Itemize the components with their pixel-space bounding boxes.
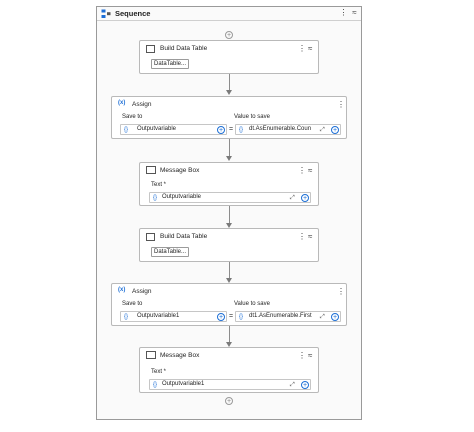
expression-icon: {} [239, 314, 244, 320]
expression-icon: {} [239, 127, 244, 133]
add-variable-icon[interactable]: + [331, 313, 339, 321]
connector-arrow [226, 90, 232, 95]
text-field[interactable]: {} Outputvariable1 ⤢ + [149, 379, 311, 390]
connector-line [229, 326, 230, 343]
expand-editor-icon[interactable]: ⤢ [290, 381, 295, 389]
text-value: Outputvariable [162, 194, 202, 200]
save-to-label: Save to [122, 301, 143, 307]
data-table-icon [146, 45, 155, 53]
activity-title: Build Data Table [160, 233, 208, 240]
activity-title: Assign [132, 101, 152, 108]
value-expression: dt.AsEnumerable.Coun [249, 126, 312, 132]
value-to-save-field[interactable]: {} dt.AsEnumerable.Coun ⤢ + [235, 124, 341, 135]
save-to-label: Save to [122, 114, 143, 120]
expression-icon: {} [153, 195, 158, 201]
value-to-save-label: Value to save [234, 114, 270, 120]
assign-activity-2[interactable]: (x) Assign ⋮ Save to Value to save {} Ou… [111, 283, 347, 326]
activity-menu-button[interactable]: ⋮ [298, 44, 306, 53]
activity-title: Message Box [160, 167, 200, 174]
datatable-button[interactable]: DataTable... [151, 247, 190, 257]
save-to-value: Outputvariable1 [137, 313, 180, 319]
sequence-menu-button[interactable]: ⋮ [339, 8, 348, 18]
expand-editor-icon[interactable]: ⤢ [320, 126, 325, 134]
expand-editor-icon[interactable]: ⤢ [290, 194, 295, 202]
activity-title: Assign [132, 288, 152, 295]
assign-activity-1[interactable]: (x) Assign ⋮ Save to Value to save {} Ou… [111, 96, 347, 139]
connector-line [229, 262, 230, 279]
activity-menu-button[interactable]: ⋮ [298, 351, 306, 360]
value-expression: dt1.AsEnumerable.First [249, 313, 312, 319]
message-box-activity-2[interactable]: Message Box ⋮ ≈ Text * {} Outputvariable… [139, 347, 319, 393]
build-data-table-activity-1[interactable]: Build Data Table ⋮ ≈ DataTable... [139, 40, 319, 74]
save-to-field[interactable]: {} Outputvariable1 + [120, 311, 227, 322]
expression-icon: {} [153, 382, 158, 388]
sequence-title: Sequence [115, 9, 151, 18]
activity-title: Build Data Table [160, 45, 208, 52]
equals-sign: = [229, 313, 234, 320]
message-box-icon [146, 166, 156, 174]
datatable-button[interactable]: DataTable... [151, 59, 190, 69]
activity-menu-button[interactable]: ⋮ [337, 100, 345, 109]
text-label: Text * [151, 182, 167, 188]
add-variable-icon[interactable]: + [301, 194, 309, 202]
text-value: Outputvariable1 [162, 381, 205, 387]
data-table-icon [146, 233, 155, 241]
activity-title: Message Box [160, 352, 200, 359]
add-variable-icon[interactable]: + [217, 126, 225, 134]
expand-editor-icon[interactable]: ⤢ [320, 313, 325, 321]
sequence-icon [101, 9, 111, 18]
equals-sign: = [229, 126, 234, 133]
add-activity-bottom-icon[interactable]: + [225, 397, 233, 405]
assign-icon: (x) [118, 287, 126, 293]
connector-line [229, 139, 230, 157]
text-field[interactable]: {} Outputvariable ⤢ + [149, 192, 311, 203]
expression-icon: {} [124, 314, 129, 320]
value-to-save-label: Value to save [234, 301, 270, 307]
activity-menu-button[interactable]: ⋮ [298, 232, 306, 241]
message-box-activity-1[interactable]: Message Box ⋮ ≈ Text * {} Outputvariable… [139, 162, 319, 206]
message-box-icon [146, 351, 156, 359]
add-variable-icon[interactable]: + [301, 381, 309, 389]
add-variable-icon[interactable]: + [217, 313, 225, 321]
save-to-field[interactable]: {} Outputvariable + [120, 124, 227, 135]
connector-arrow [226, 156, 232, 161]
activity-collapse-button[interactable]: ≈ [308, 232, 312, 241]
activity-collapse-button[interactable]: ≈ [308, 351, 312, 360]
assign-icon: (x) [118, 100, 126, 106]
sequence-header[interactable]: Sequence ⋮ ≈ [97, 7, 361, 21]
add-variable-icon[interactable]: + [331, 126, 339, 134]
add-activity-top-icon[interactable]: + [225, 31, 233, 39]
text-label: Text * [151, 369, 167, 375]
activity-menu-button[interactable]: ⋮ [337, 287, 345, 296]
activity-menu-button[interactable]: ⋮ [298, 166, 306, 175]
activity-collapse-button[interactable]: ≈ [308, 44, 312, 53]
value-to-save-field[interactable]: {} dt1.AsEnumerable.First ⤢ + [235, 311, 341, 322]
connector-line [229, 74, 230, 91]
connector-line [229, 206, 230, 224]
expression-icon: {} [124, 127, 129, 133]
activity-collapse-button[interactable]: ≈ [308, 166, 312, 175]
build-data-table-activity-2[interactable]: Build Data Table ⋮ ≈ DataTable... [139, 228, 319, 262]
save-to-value: Outputvariable [137, 126, 177, 132]
sequence-collapse-button[interactable]: ≈ [350, 8, 359, 18]
